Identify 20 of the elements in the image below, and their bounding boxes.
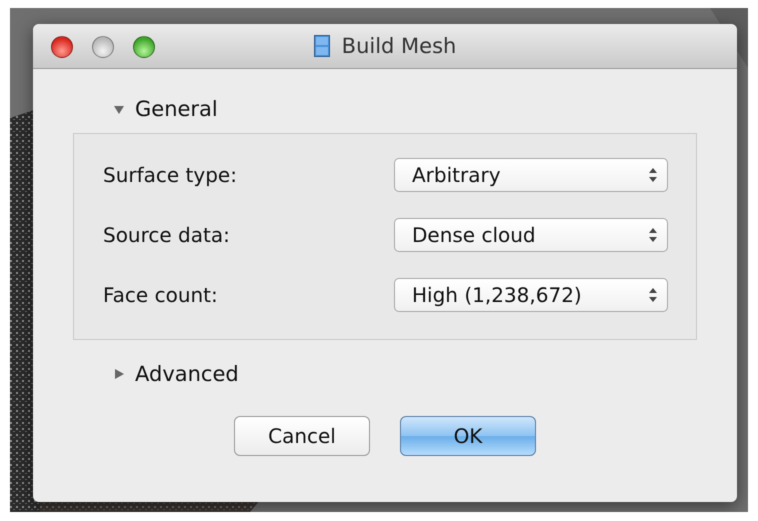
film-icon: [314, 35, 330, 57]
field-label: Surface type:: [103, 163, 237, 187]
stepper-arrows-icon: [649, 287, 657, 303]
expanded-triangle-icon[interactable]: [113, 103, 125, 115]
field-label: Source data:: [103, 223, 230, 247]
zoom-icon[interactable]: [133, 36, 155, 58]
section-title[interactable]: General: [135, 97, 218, 121]
minimize-icon[interactable]: [92, 36, 114, 58]
close-icon[interactable]: [51, 36, 73, 58]
popup-button[interactable]: Dense cloud: [394, 218, 668, 252]
popup-button[interactable]: High (1,238,672): [394, 278, 668, 312]
cancel-button[interactable]: Cancel: [234, 416, 370, 456]
ok-button[interactable]: OK: [400, 416, 536, 456]
stepper-arrows-icon: [649, 227, 657, 243]
collapsed-triangle-icon[interactable]: [113, 368, 125, 380]
stepper-arrows-icon: [649, 167, 657, 183]
window-title: Build Mesh: [342, 34, 456, 58]
field-label: Face count:: [103, 283, 218, 307]
section-title[interactable]: Advanced: [135, 362, 239, 386]
popup-button[interactable]: Arbitrary: [394, 158, 668, 192]
